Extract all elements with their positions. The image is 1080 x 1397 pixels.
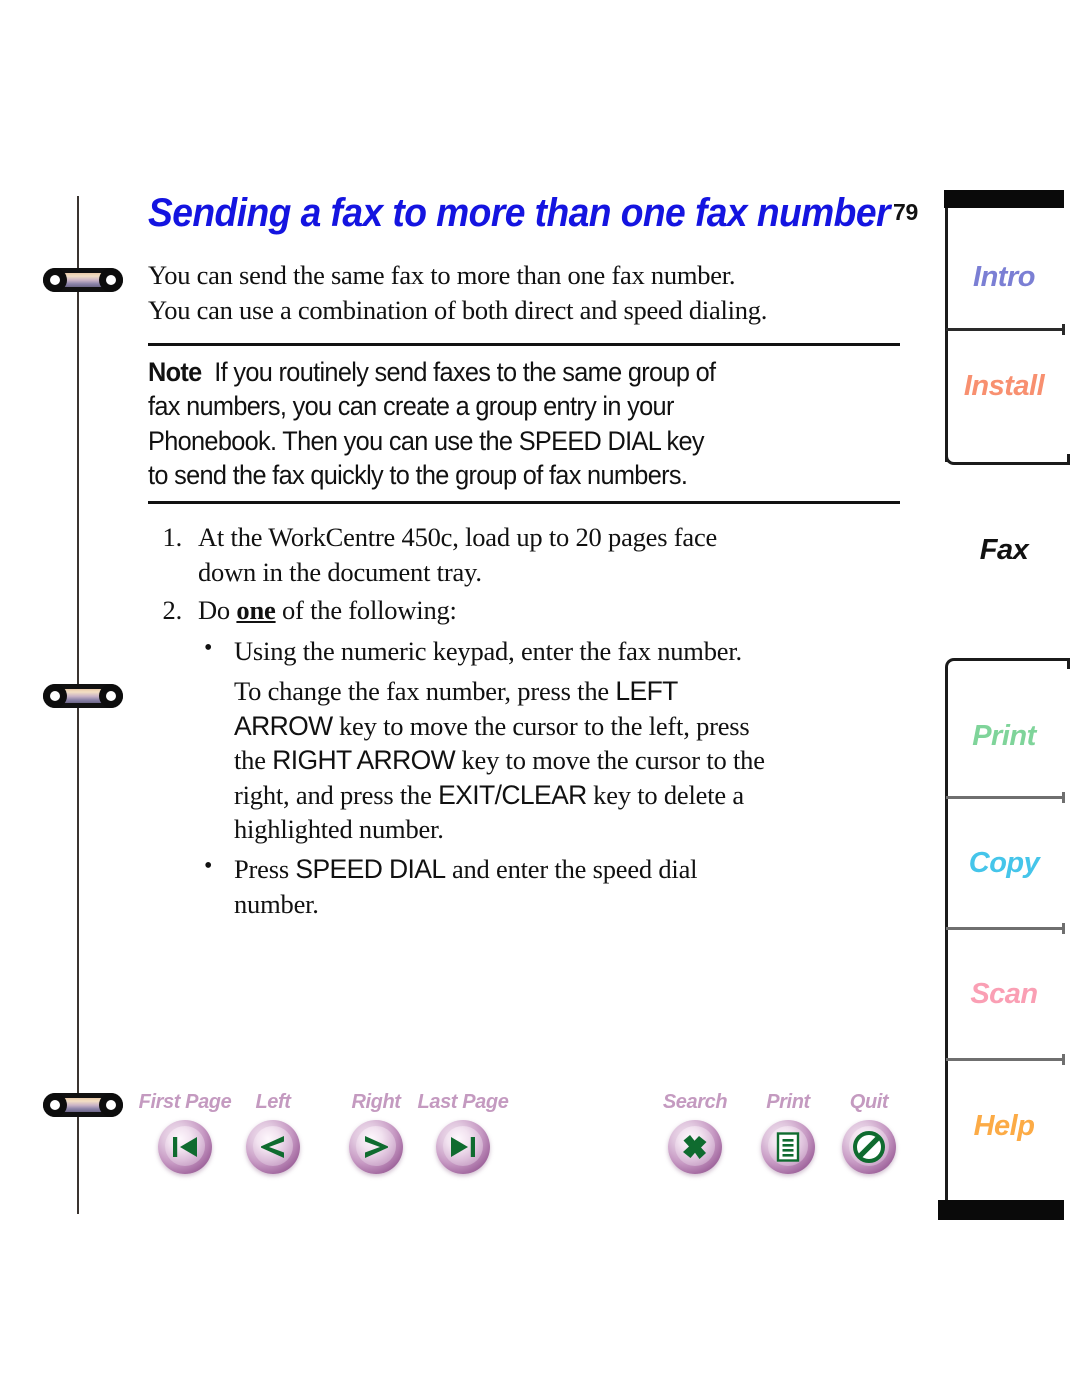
page-title: Sending a fax to more than one fax numbe… — [148, 191, 890, 235]
bullet-item-1: • Using the numeric keypad, enter the fa… — [198, 634, 900, 668]
tab-scan[interactable]: Scan — [945, 930, 1063, 1058]
tab-label-help: Help — [973, 1109, 1035, 1142]
nav-button-right[interactable]: Right — [345, 1090, 407, 1174]
tab-intro[interactable]: Intro — [945, 226, 1063, 328]
intro-paragraph: You can send the same fax to more than o… — [148, 258, 900, 326]
bullets-list-2: • Press SPEED DIAL and enter the speed d… — [198, 852, 900, 921]
note-line-2: fax numbers, you can create a group entr… — [148, 391, 674, 422]
nav-button-first-page[interactable]: First Page — [139, 1090, 232, 1174]
tab-label-copy: Copy — [968, 846, 1040, 879]
key-right-arrow: RIGHT ARROW — [272, 745, 456, 776]
binder-ring — [43, 268, 123, 292]
tab-label-fax: Fax — [979, 533, 1029, 566]
bullet-2-line-2: number. — [234, 888, 319, 919]
nav-button-last-page[interactable]: Last Page — [418, 1090, 509, 1174]
key-speed-dial: SPEED DIAL — [518, 425, 661, 456]
bullet-dot-icon: • — [204, 853, 213, 880]
key-arrow: ARROW — [234, 710, 333, 741]
step-1-line-2: down in the document tray. — [198, 556, 482, 587]
bullet-item-2: • Press SPEED DIAL and enter the speed d… — [198, 852, 900, 921]
note-line-4: to send the fax quickly to the group of … — [148, 460, 688, 491]
nav-label-first-page: First Page — [138, 1091, 232, 1113]
note-line-1: If you routinely send faxes to the same … — [214, 356, 716, 387]
note-line-3a: Phonebook. Then you can use the — [148, 425, 519, 456]
bullet-1-text: Using the numeric keypad, enter the fax … — [234, 635, 742, 666]
nav-label-left: Left — [255, 1091, 291, 1113]
tab-fax-active[interactable]: Fax — [945, 520, 1063, 580]
tab-strip-bottom-bar — [938, 1200, 1064, 1220]
detail-line-5: highlighted number. — [234, 813, 444, 844]
tab-label-intro: Intro — [973, 260, 1035, 293]
page-content: Sending a fax to more than one fax numbe… — [148, 190, 900, 925]
intro-line-1: You can send the same fax to more than o… — [148, 260, 736, 291]
last-page-icon[interactable] — [436, 1120, 490, 1174]
nav-button-print[interactable]: Print — [757, 1090, 819, 1174]
detail-line-4b: key to delete a — [586, 779, 744, 810]
section-tab-strip: Intro Install Fax Print Copy Scan Help — [930, 190, 1080, 1220]
tab-label-scan: Scan — [970, 977, 1038, 1010]
tab-copy[interactable]: Copy — [945, 799, 1063, 927]
search-icon[interactable] — [668, 1120, 722, 1174]
detail-line-2b: key to move the cursor to the left, pres… — [332, 710, 750, 741]
bullet-2-post: and enter the speed dial — [445, 854, 698, 885]
note-line-3b: key — [660, 425, 705, 456]
nav-label-search: Search — [662, 1091, 728, 1113]
quit-icon[interactable] — [842, 1120, 896, 1174]
document-page: 79 Sending a fax to more than one fax nu… — [0, 0, 1080, 1397]
steps-list: 1. At the WorkCentre 450c, load up to 20… — [148, 520, 900, 921]
bullet-1-detail: To change the fax number, press the LEFT… — [198, 674, 900, 846]
navigation-toolbar: First Page Left Right Last Page Search P… — [0, 1090, 920, 1200]
bullets-list: • Using the numeric keypad, enter the fa… — [198, 634, 900, 668]
first-page-icon[interactable] — [158, 1120, 212, 1174]
detail-line-3b: key to move the cursor to the — [455, 745, 765, 776]
bullet-2-pre: Press — [234, 854, 296, 885]
note-block: Note If you routinely send faxes to the … — [148, 342, 900, 505]
key-exit-clear: EXIT/CLEAR — [438, 779, 587, 810]
note-text: Note If you routinely send faxes to the … — [148, 355, 899, 493]
detail-line-4a: right, and press the — [234, 779, 439, 810]
nav-label-print: Print — [766, 1091, 810, 1113]
tab-print[interactable]: Print — [945, 676, 1063, 796]
detail-line-3a: the — [234, 745, 273, 776]
print-icon[interactable] — [761, 1120, 815, 1174]
right-arrow-icon[interactable] — [349, 1120, 403, 1174]
step-2-pre: Do — [198, 595, 237, 626]
nav-label-last-page: Last Page — [417, 1091, 509, 1113]
step-number: 1. — [162, 522, 183, 553]
intro-line-2: You can use a combination of both direct… — [148, 294, 768, 325]
step-2-emphasis: one — [236, 595, 276, 626]
nav-button-search[interactable]: Search — [663, 1090, 728, 1174]
left-arrow-icon[interactable] — [246, 1120, 300, 1174]
binder-ring — [43, 684, 123, 708]
tab-label-print: Print — [972, 719, 1036, 752]
tab-strip-top-bar — [944, 190, 1064, 208]
nav-label-quit: Quit — [849, 1091, 889, 1113]
step-number: 2. — [162, 595, 183, 626]
step-2-post: of the following: — [275, 595, 457, 626]
detail-line-1a: To change the fax number, press the — [234, 676, 616, 707]
tab-group-bottom-corner-upper — [945, 448, 1070, 465]
step-1-line-1: At the WorkCentre 450c, load up to 20 pa… — [198, 522, 718, 553]
nav-button-left[interactable]: Left — [242, 1090, 304, 1174]
tab-install[interactable]: Install — [945, 331, 1063, 441]
step-item-1: 1. At the WorkCentre 450c, load up to 20… — [148, 520, 900, 589]
nav-label-right: Right — [351, 1091, 401, 1113]
tab-help[interactable]: Help — [945, 1061, 1063, 1191]
tab-label-install: Install — [963, 369, 1045, 402]
key-left: LEFT — [615, 676, 678, 707]
key-speed-dial-2: SPEED DIAL — [295, 854, 446, 885]
tab-group-top-corner-lower — [945, 658, 1070, 675]
note-label: Note — [148, 356, 202, 387]
bullet-dot-icon: • — [204, 634, 213, 661]
step-item-2: 2. Do one of the following: • Using the … — [148, 593, 900, 921]
nav-button-quit[interactable]: Quit — [838, 1090, 900, 1174]
